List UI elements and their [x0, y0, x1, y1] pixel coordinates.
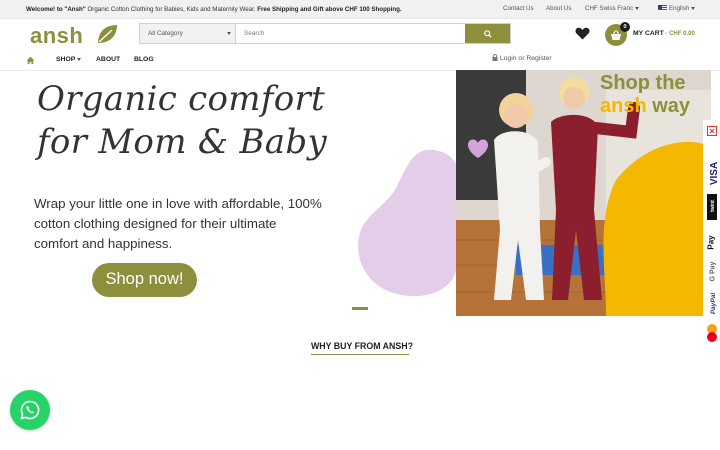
decorative-blob — [358, 149, 463, 297]
mastercard-icon — [703, 324, 720, 344]
search-input[interactable] — [244, 28, 444, 39]
search-bar: All Category — [139, 23, 511, 44]
chevron-down-icon — [227, 32, 231, 35]
shop-now-button[interactable]: Shop now! — [92, 263, 197, 297]
leaf-logo-icon — [98, 25, 117, 43]
chevron-down-icon — [77, 57, 82, 61]
cart-count-badge: 0 — [620, 22, 630, 32]
shop-the-ansh-way-overlay: Shop the ansh way — [600, 72, 691, 117]
slider-indicator[interactable] — [352, 307, 368, 310]
visa-icon: VISA — [709, 161, 720, 186]
payment-methods-strip: VISA twint Pay G Pay PayPal — [703, 120, 720, 350]
search-button[interactable] — [465, 24, 510, 43]
chevron-down-icon — [691, 6, 696, 10]
why-buy-heading: WHY BUY FROM ANSH? — [311, 341, 413, 351]
home-icon[interactable] — [26, 56, 35, 65]
welcome-message: Welcome! to "Ansh" Organic Cotton Clothi… — [26, 6, 402, 13]
apple-pay-icon: Pay — [706, 235, 716, 250]
paypal-icon: PayPal — [710, 292, 718, 315]
google-pay-icon: G Pay — [709, 261, 717, 282]
heading-underline — [311, 354, 409, 355]
wishlist-heart-icon[interactable] — [575, 27, 590, 40]
about-us-link[interactable]: About Us — [546, 5, 571, 12]
contact-us-link[interactable]: Contact Us — [503, 5, 534, 12]
category-select[interactable]: All Category — [140, 24, 236, 43]
logo[interactable]: ansh — [30, 23, 83, 49]
whatsapp-chat-button[interactable] — [10, 390, 50, 430]
language-selector[interactable]: English — [658, 5, 696, 12]
twint-icon: twint — [703, 194, 720, 224]
postfinance-icon — [703, 126, 720, 138]
uk-flag-icon — [658, 5, 667, 12]
hero-title: Organic comfort for Mom & Baby — [37, 79, 327, 162]
shopping-basket-icon — [611, 30, 621, 40]
login-register-link[interactable]: Login or Register — [492, 54, 552, 62]
hero-subtitle: Wrap your little one in love with afford… — [34, 196, 322, 251]
currency-selector[interactable]: CHF Swiss Franc — [585, 5, 640, 12]
whatsapp-icon — [20, 400, 40, 420]
top-bar: Welcome! to "Ansh" Organic Cotton Clothi… — [0, 0, 720, 19]
my-cart-label[interactable]: MY CART · CHF 0.00 — [633, 30, 695, 37]
nav-blog[interactable]: BLOG — [134, 56, 154, 63]
nav-about[interactable]: ABOUT — [96, 56, 120, 63]
lock-icon — [492, 54, 498, 61]
nav-shop[interactable]: SHOP — [56, 56, 82, 63]
search-icon — [484, 30, 492, 38]
chevron-down-icon — [635, 6, 640, 10]
main-nav: SHOP ABOUT BLOG Login or Register — [0, 51, 720, 71]
